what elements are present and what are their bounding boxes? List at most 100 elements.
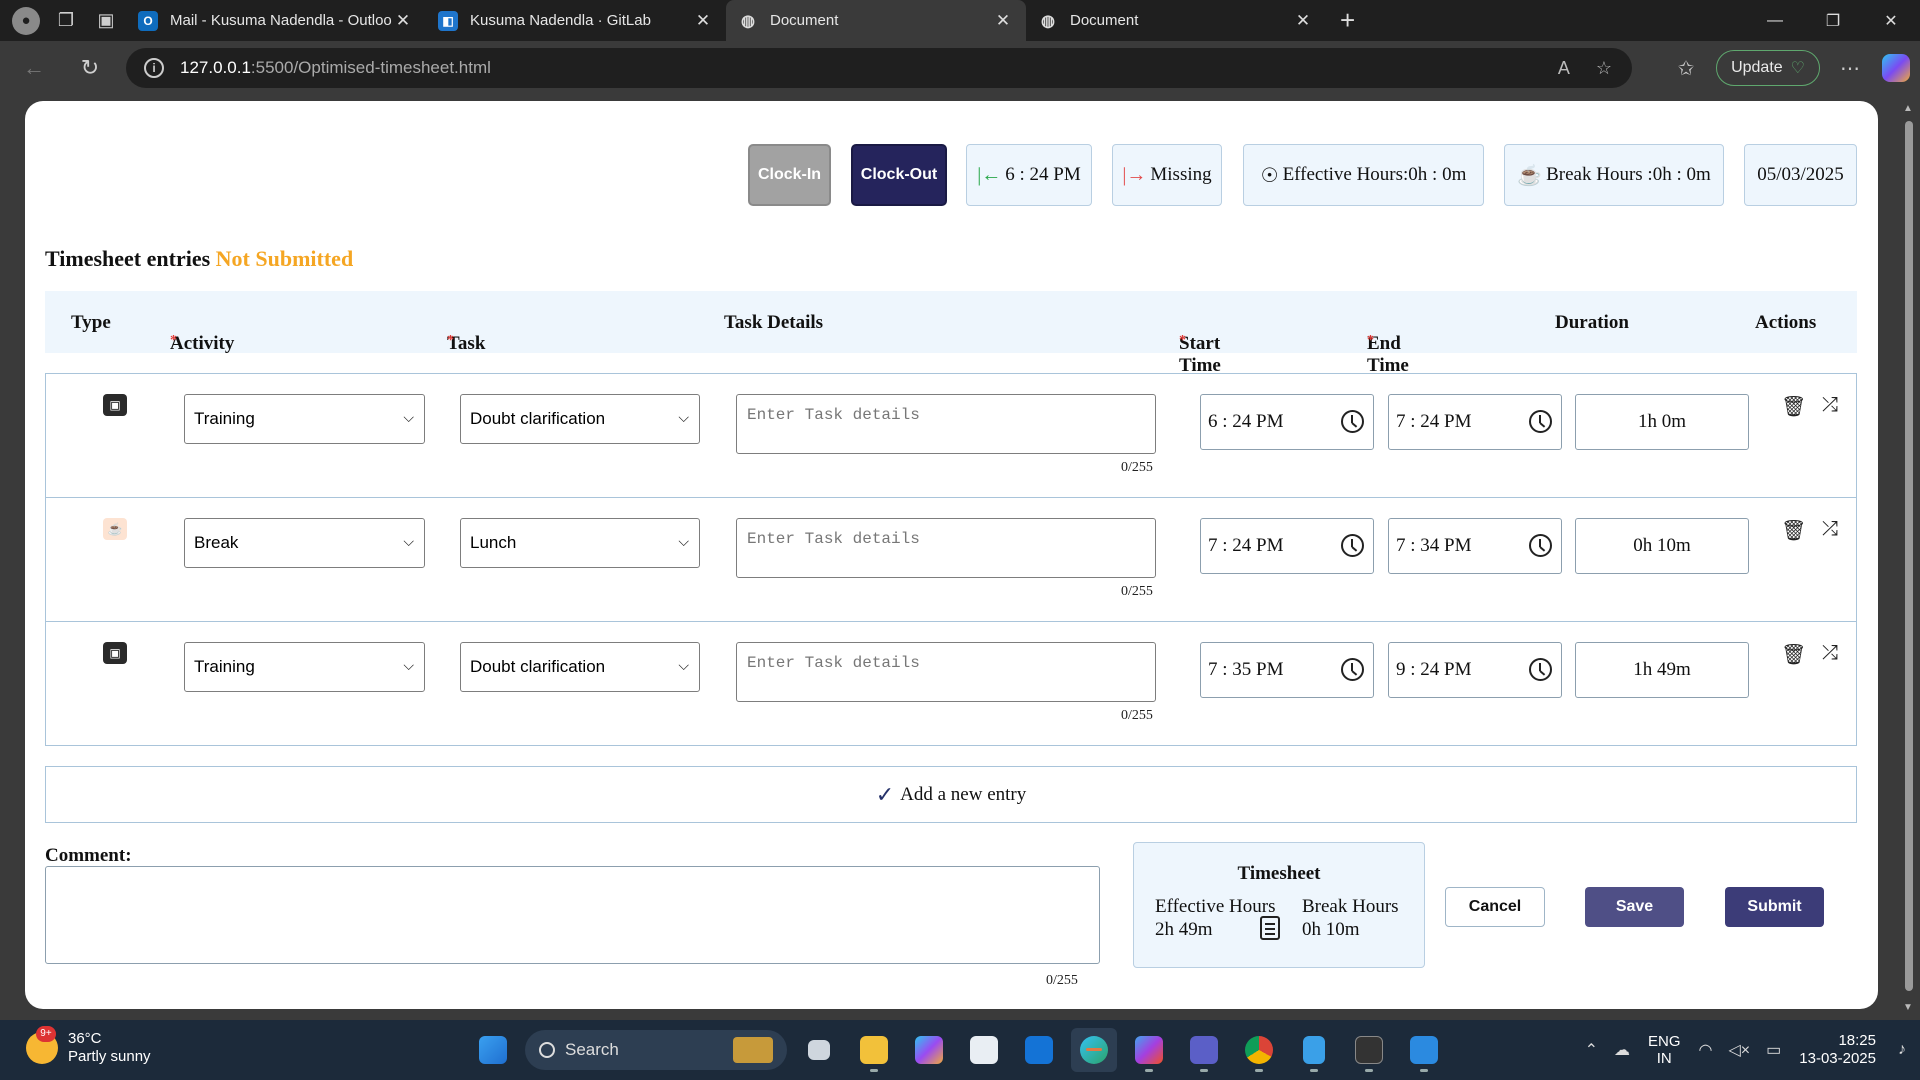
update-button[interactable]: Update ♡ (1716, 50, 1820, 86)
activity-select[interactable]: Training ⌵ (184, 394, 425, 444)
split-icon[interactable]: ⤮ (1822, 394, 1838, 417)
end-time-input[interactable]: 7 : 24 PM (1388, 394, 1562, 450)
comment-textarea[interactable] (45, 866, 1100, 964)
search-icon (539, 1042, 555, 1058)
system-tray: ⌃ ☁ ENG IN ◠ ◁× ▭ 18:25 13-03-2025 ♪ (1577, 1020, 1920, 1080)
clock-icon[interactable] (1529, 534, 1552, 557)
workspaces-icon[interactable]: ❐ (46, 0, 86, 41)
end-time-input[interactable]: 7 : 34 PM (1388, 518, 1562, 574)
outlook-app-button[interactable] (1016, 1028, 1062, 1072)
back-icon[interactable]: ← (12, 46, 56, 90)
onedrive-icon[interactable]: ☁ (1614, 1040, 1630, 1060)
clock-out-button[interactable]: Clock-Out (851, 144, 947, 206)
required-marker: * (1179, 333, 1186, 348)
scroll-up-icon[interactable]: ▲ (1902, 103, 1914, 114)
close-tab-icon[interactable]: ✕ (1292, 11, 1314, 31)
start-time-input[interactable]: 6 : 24 PM (1200, 394, 1374, 450)
submit-button[interactable]: Submit (1725, 887, 1824, 927)
start-time-value: 6 : 24 PM (1208, 411, 1284, 432)
wifi-icon[interactable]: ◠ (1699, 1040, 1713, 1060)
notepad-button[interactable] (1291, 1028, 1337, 1072)
column-task-details: Task Details (724, 312, 824, 333)
task-details-input[interactable]: Enter Task details (736, 642, 1156, 702)
favorite-star-icon[interactable]: ☆ (1596, 58, 1612, 79)
split-icon[interactable]: ⤮ (1822, 642, 1838, 665)
start-button[interactable] (470, 1028, 516, 1072)
store-button[interactable] (961, 1028, 1007, 1072)
clock-icon[interactable] (1341, 534, 1364, 557)
scroll-down-icon[interactable]: ▼ (1902, 1002, 1914, 1013)
task-select[interactable]: Doubt clarification ⌵ (460, 394, 700, 444)
file-explorer-button[interactable] (851, 1028, 897, 1072)
activity-select[interactable]: Break ⌵ (184, 518, 425, 568)
start-time-input[interactable]: 7 : 35 PM (1200, 642, 1374, 698)
url-input[interactable]: i 127.0.0.1:5500/Optimised-timesheet.htm… (126, 48, 1632, 88)
task-view-button[interactable] (796, 1028, 842, 1072)
vertical-tabs-icon[interactable]: ▣ (86, 0, 126, 41)
end-time-input[interactable]: 9 : 24 PM (1388, 642, 1562, 698)
summary-effective-value: 2h 49m (1155, 919, 1213, 940)
task-details-input[interactable]: Enter Task details (736, 518, 1156, 578)
tab-title: Document (1070, 12, 1139, 29)
taskbar-apps: Search (470, 1028, 1447, 1072)
taskbar-search[interactable]: Search (525, 1030, 787, 1070)
taskbar-clock[interactable]: 18:25 13-03-2025 (1799, 1032, 1876, 1068)
language-indicator[interactable]: ENG IN (1648, 1033, 1681, 1067)
weather-widget[interactable]: 9+ 36°C Partly sunny (26, 1026, 151, 1066)
favorites-icon[interactable]: ✩ (1664, 56, 1708, 81)
close-tab-icon[interactable]: ✕ (392, 11, 414, 31)
task-details-input[interactable]: Enter Task details (736, 394, 1156, 454)
restore-icon[interactable]: ❐ (1804, 0, 1862, 41)
battery-icon[interactable]: ▭ (1766, 1040, 1781, 1060)
details-char-counter: 0/255 (1121, 708, 1153, 723)
save-button[interactable]: Save (1585, 887, 1684, 927)
notification-bell-icon[interactable]: ♪ (1898, 1041, 1906, 1059)
add-entry-button[interactable]: ✓ Add a new entry (45, 766, 1857, 823)
clock-icon[interactable] (1341, 410, 1364, 433)
chevron-up-icon[interactable]: ⌃ (1585, 1040, 1598, 1060)
clock-in-button[interactable]: Clock-In (748, 144, 831, 206)
clock-icon[interactable] (1529, 410, 1552, 433)
new-tab-icon[interactable]: + (1340, 5, 1355, 36)
reload-icon[interactable]: ↻ (68, 46, 112, 90)
tab-gitlab[interactable]: ◧ Kusuma Nadendla · GitLab ✕ (426, 0, 726, 41)
minimize-icon[interactable]: — (1746, 0, 1804, 41)
split-icon[interactable]: ⤮ (1822, 518, 1838, 541)
close-window-icon[interactable]: ✕ (1862, 0, 1920, 41)
copilot-app-button[interactable] (906, 1028, 952, 1072)
delete-icon[interactable]: 🗑 (1781, 642, 1806, 667)
terminal-button[interactable] (1346, 1028, 1392, 1072)
clock-icon[interactable] (1529, 658, 1552, 681)
task-select[interactable]: Doubt clarification ⌵ (460, 642, 700, 692)
activity-value: Break (194, 533, 239, 552)
page-scrollbar[interactable]: ▲ ▼ (1902, 103, 1914, 1013)
clock-in-time-card: |← 6 : 24 PM (966, 144, 1092, 206)
tab-outlook[interactable]: O Mail - Kusuma Nadendla - Outlook ✕ (126, 0, 426, 41)
scrollbar-thumb[interactable] (1905, 121, 1913, 991)
delete-icon[interactable]: 🗑 (1781, 518, 1806, 543)
volume-muted-icon[interactable]: ◁× (1728, 1040, 1750, 1060)
close-tab-icon[interactable]: ✕ (992, 11, 1014, 31)
activity-select[interactable]: Training ⌵ (184, 642, 425, 692)
tab-document[interactable]: ◍ Document ✕ (1026, 0, 1326, 41)
m365-button[interactable] (1126, 1028, 1172, 1072)
copilot-icon[interactable] (1882, 54, 1910, 82)
table-header: Type Activity * Task * Task Details Star… (45, 291, 1857, 376)
tab-title: Document (770, 12, 839, 29)
edge-button[interactable] (1071, 1028, 1117, 1072)
task-select[interactable]: Lunch ⌵ (460, 518, 700, 568)
clock-out-time-card: |→ Missing (1112, 144, 1222, 206)
chrome-button[interactable] (1236, 1028, 1282, 1072)
start-time-input[interactable]: 7 : 24 PM (1200, 518, 1374, 574)
delete-icon[interactable]: 🗑 (1781, 394, 1806, 419)
profile-avatar-icon[interactable]: ● (12, 6, 40, 35)
site-info-icon[interactable]: i (144, 58, 164, 78)
teams-button[interactable] (1181, 1028, 1227, 1072)
tab-document-active[interactable]: ◍ Document ✕ (726, 0, 1026, 41)
cancel-button[interactable]: Cancel (1445, 887, 1545, 927)
more-options-icon[interactable]: ⋯ (1828, 56, 1872, 81)
clock-icon[interactable] (1341, 658, 1364, 681)
read-aloud-icon[interactable]: A (1558, 58, 1570, 79)
close-tab-icon[interactable]: ✕ (692, 11, 714, 31)
vscode-button[interactable] (1401, 1028, 1447, 1072)
